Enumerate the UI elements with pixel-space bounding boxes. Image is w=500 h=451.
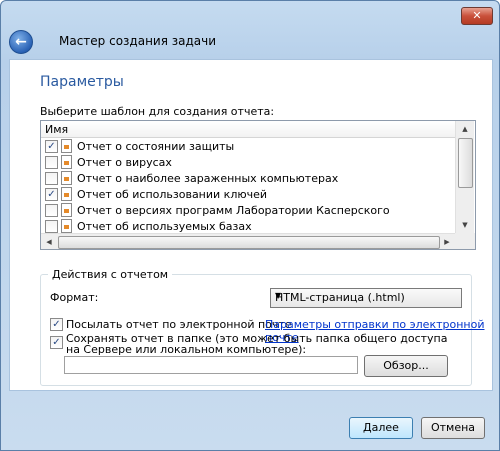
browse-button[interactable]: Обзор... — [364, 355, 448, 377]
format-label: Формат: — [50, 291, 99, 304]
template-instruction: Выберите шаблон для создания отчета: — [40, 105, 275, 118]
column-header-name[interactable]: Имя — [41, 121, 455, 138]
item-label: Отчет о наиболее зараженных компьютерах — [77, 172, 339, 185]
email-label: Посылать отчет по электронной почте — [66, 318, 292, 331]
item-checkbox[interactable] — [45, 172, 58, 185]
item-checkbox[interactable] — [45, 220, 58, 233]
report-document-icon — [61, 219, 72, 233]
report-document-icon — [61, 187, 72, 201]
next-button[interactable]: Далее — [349, 417, 413, 439]
item-label: Отчет о вирусах — [77, 156, 172, 169]
scroll-up-icon[interactable]: ▲ — [456, 121, 474, 137]
back-button[interactable]: ← — [9, 30, 33, 54]
save-folder-path-input[interactable] — [64, 356, 358, 374]
wizard-window: ✕ ← Мастер создания задачи Параметры Выб… — [0, 0, 500, 451]
save-folder-checkbox[interactable]: ✓ — [50, 336, 63, 349]
format-select[interactable]: HTML-страница (.html) ▼ — [270, 288, 462, 308]
list-item[interactable]: ✓ Отчет об использовании ключей — [41, 186, 455, 202]
list-item[interactable]: Отчет о вирусах — [41, 154, 455, 170]
horizontal-scroll-thumb[interactable] — [58, 236, 440, 249]
template-list[interactable]: Имя ✓ Отчет о состоянии защиты Отчет о вир… — [40, 120, 476, 250]
item-checkbox[interactable]: ✓ — [45, 188, 58, 201]
item-label: Отчет об использовании ключей — [77, 188, 268, 201]
report-document-icon — [61, 155, 72, 169]
email-checkbox[interactable]: ✓ — [50, 318, 63, 331]
item-label: Отчет об используемых базах — [77, 220, 252, 233]
vertical-scroll-thumb[interactable] — [458, 138, 473, 188]
scroll-down-icon[interactable]: ▼ — [456, 217, 474, 233]
cancel-button[interactable]: Отмена — [421, 417, 485, 439]
report-document-icon — [61, 203, 72, 217]
item-checkbox[interactable] — [45, 156, 58, 169]
item-label: Отчет о версиях программ Лаборатории Кас… — [77, 204, 390, 217]
arrow-left-icon: ← — [15, 34, 27, 50]
item-checkbox[interactable] — [45, 204, 58, 217]
page-title: Параметры — [40, 74, 124, 90]
close-button[interactable]: ✕ — [461, 7, 493, 25]
window-title: Мастер создания задачи — [59, 34, 217, 48]
scroll-right-icon[interactable]: ▶ — [439, 234, 455, 249]
scroll-corner — [455, 233, 475, 249]
horizontal-scrollbar[interactable]: ◀ ▶ — [41, 233, 455, 249]
chevron-down-icon: ▼ — [275, 291, 282, 300]
list-item[interactable]: ✓ Отчет о состоянии защиты — [41, 138, 455, 154]
report-document-icon — [61, 139, 72, 153]
list-item[interactable]: Отчет об используемых базах — [41, 218, 455, 234]
list-item[interactable]: Отчет о наиболее зараженных компьютерах — [41, 170, 455, 186]
report-document-icon — [61, 171, 72, 185]
save-folder-label: Сохранять отчет в папке (это может быть … — [66, 333, 448, 355]
list-item[interactable]: Отчет о версиях программ Лаборатории Кас… — [41, 202, 455, 218]
item-checkbox[interactable]: ✓ — [45, 140, 58, 153]
close-icon: ✕ — [472, 9, 482, 22]
scroll-left-icon[interactable]: ◀ — [41, 234, 57, 249]
item-label: Отчет о состоянии защиты — [77, 140, 235, 153]
report-actions-title: Действия с отчетом — [48, 268, 173, 281]
content-panel: Параметры Выберите шаблон для создания о… — [9, 59, 493, 391]
vertical-scrollbar[interactable]: ▲ ▼ — [455, 121, 474, 233]
